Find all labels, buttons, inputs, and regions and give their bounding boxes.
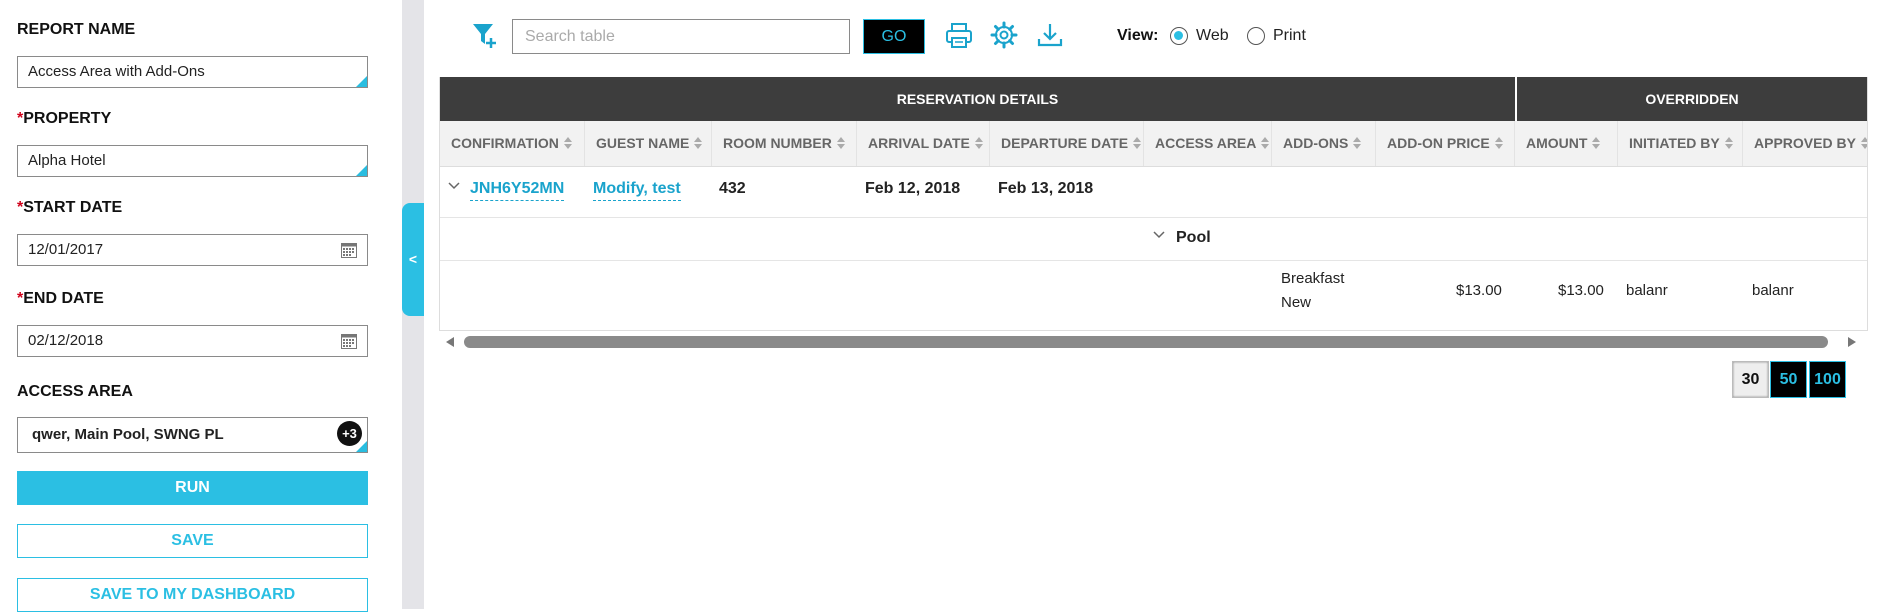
- access-area-group-row: Pool: [440, 217, 1867, 261]
- end-date-input[interactable]: 02/12/2018: [17, 325, 368, 357]
- dropdown-corner-icon: [356, 76, 367, 87]
- confirmation-link[interactable]: JNH6Y52MN: [470, 180, 565, 201]
- scroll-right-arrow-icon[interactable]: [1848, 337, 1856, 347]
- approved-by-cell: balanr: [1752, 282, 1794, 299]
- add-on-cell-line1: Breakfast: [1281, 270, 1345, 287]
- column-header-room-number[interactable]: ROOM NUMBER: [712, 121, 857, 166]
- filter-add-icon[interactable]: [471, 21, 499, 49]
- view-print-label[interactable]: Print: [1273, 27, 1306, 45]
- access-area-label: ACCESS AREA: [17, 383, 133, 400]
- sort-icon[interactable]: [836, 137, 845, 150]
- group-header-overridden: OVERRIDDEN: [1515, 77, 1867, 121]
- sort-icon[interactable]: [1724, 137, 1733, 150]
- chevron-down-icon[interactable]: [448, 182, 460, 190]
- collapse-panel-button[interactable]: <: [402, 203, 424, 316]
- add-on-cell-line2: New: [1281, 294, 1312, 311]
- start-date-value: 12/01/2017: [28, 241, 104, 258]
- calendar-icon[interactable]: [341, 242, 357, 258]
- search-input[interactable]: Search table: [512, 19, 850, 54]
- page-size-100-button[interactable]: 100: [1809, 361, 1846, 398]
- report-filter-panel: REPORT NAME Access Area with Add-Ons *PR…: [0, 0, 402, 612]
- sort-icon[interactable]: [694, 137, 703, 150]
- go-button[interactable]: GO: [863, 19, 925, 54]
- sort-icon[interactable]: [1261, 137, 1270, 150]
- column-header-amount[interactable]: AMOUNT: [1515, 121, 1618, 166]
- column-header-departure-date[interactable]: DEPARTURE DATE: [990, 121, 1144, 166]
- column-header-arrival-date[interactable]: ARRIVAL DATE: [857, 121, 990, 166]
- access-area-multiselect[interactable]: qwer, Main Pool, SWNG PL +3: [17, 417, 368, 453]
- run-button[interactable]: RUN: [17, 471, 368, 505]
- view-print-radio[interactable]: [1247, 27, 1265, 45]
- download-icon[interactable]: [1036, 21, 1064, 49]
- amount-cell: $13.00: [1558, 282, 1604, 299]
- page-size-30-button[interactable]: 30: [1732, 361, 1769, 398]
- chevron-down-icon[interactable]: [1153, 231, 1165, 239]
- access-area-value: qwer, Main Pool, SWNG PL: [32, 426, 224, 443]
- print-icon[interactable]: [945, 21, 973, 49]
- access-area-group-label: Pool: [1176, 229, 1211, 246]
- sort-icon[interactable]: [974, 137, 983, 150]
- column-header-add-on-price[interactable]: ADD-ON PRICE: [1376, 121, 1515, 166]
- gear-icon[interactable]: [990, 21, 1018, 49]
- guest-name-link[interactable]: Modify, test: [593, 180, 681, 201]
- view-web-label[interactable]: Web: [1196, 27, 1229, 45]
- end-date-label: *END DATE: [17, 290, 104, 307]
- start-date-input[interactable]: 12/01/2017: [17, 234, 368, 266]
- property-label: *PROPERTY: [17, 110, 112, 127]
- scroll-left-arrow-icon[interactable]: [446, 337, 454, 347]
- column-header-confirmation[interactable]: CONFIRMATION: [440, 121, 585, 166]
- sort-icon[interactable]: [1133, 137, 1142, 150]
- column-header-access-area[interactable]: ACCESS AREA: [1144, 121, 1272, 166]
- sort-icon[interactable]: [1860, 137, 1868, 150]
- room-number-cell: 432: [719, 180, 746, 197]
- calendar-icon[interactable]: [341, 333, 357, 349]
- report-name-select[interactable]: Access Area with Add-Ons: [17, 56, 368, 88]
- sort-icon[interactable]: [1592, 137, 1601, 150]
- end-date-value: 02/12/2018: [28, 332, 104, 349]
- departure-date-cell: Feb 13, 2018: [998, 180, 1094, 197]
- sort-icon[interactable]: [1494, 137, 1503, 150]
- initiated-by-cell: balanr: [1626, 282, 1668, 299]
- view-label: View:: [1117, 27, 1159, 44]
- add-on-price-cell: $13.00: [1456, 282, 1502, 299]
- table-row: Breakfast New $13.00 $13.00 balanr balan…: [440, 260, 1867, 328]
- group-header-reservation-details: RESERVATION DETAILS: [440, 77, 1515, 121]
- report-name-value: Access Area with Add-Ons: [28, 63, 205, 80]
- dropdown-corner-icon: [356, 441, 367, 452]
- page-size-50-button[interactable]: 50: [1770, 361, 1807, 398]
- report-name-label: REPORT NAME: [17, 21, 136, 38]
- dropdown-corner-icon: [356, 165, 367, 176]
- table-row: JNH6Y52MN Modify, test 432 Feb 12, 2018 …: [440, 166, 1867, 218]
- property-select[interactable]: Alpha Hotel: [17, 145, 368, 177]
- column-header-add-ons[interactable]: ADD-ONS: [1272, 121, 1376, 166]
- column-header-guest-name[interactable]: GUEST NAME: [585, 121, 712, 166]
- save-button[interactable]: SAVE: [17, 524, 368, 558]
- column-header-row: CONFIRMATION GUEST NAME ROOM NUMBER ARRI…: [440, 121, 1867, 167]
- column-header-approved-by[interactable]: APPROVED BY: [1743, 121, 1867, 166]
- save-to-dashboard-button[interactable]: SAVE TO MY DASHBOARD: [17, 578, 368, 612]
- report-table: RESERVATION DETAILS OVERRIDDEN CONFIRMAT…: [439, 77, 1868, 331]
- column-header-initiated-by[interactable]: INITIATED BY: [1618, 121, 1743, 166]
- view-web-radio[interactable]: [1170, 27, 1188, 45]
- sort-icon[interactable]: [563, 137, 572, 150]
- sort-icon[interactable]: [1353, 137, 1362, 150]
- property-value: Alpha Hotel: [28, 152, 106, 169]
- horizontal-scrollbar[interactable]: [464, 336, 1828, 348]
- start-date-label: *START DATE: [17, 199, 123, 216]
- arrival-date-cell: Feb 12, 2018: [865, 180, 961, 197]
